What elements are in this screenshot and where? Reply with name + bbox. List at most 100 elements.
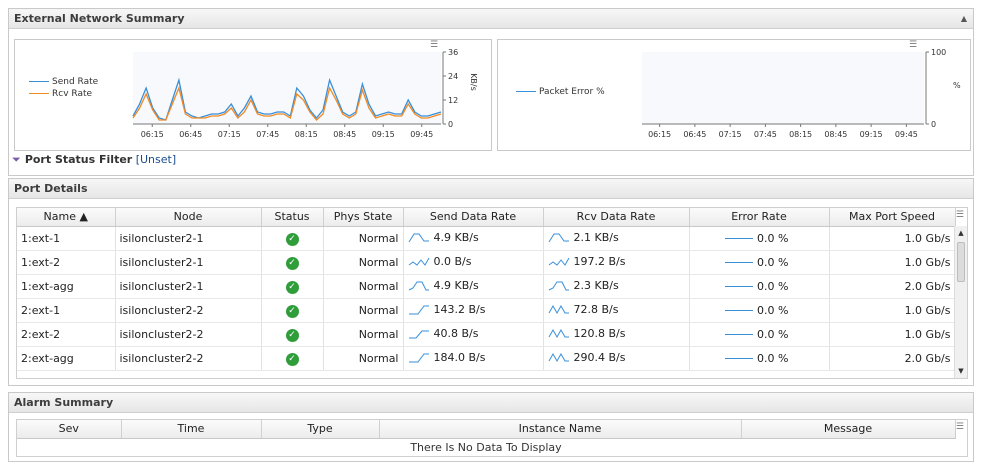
rcv-rate-sparkline: [548, 281, 569, 291]
network-rate-chart: Send Rate Rcv Rate ☰ 06:15 06:45 07:15 07:4…: [14, 39, 492, 151]
send-rate: 40.8 B/s: [403, 322, 544, 347]
status-cell: ✓: [261, 250, 324, 275]
send-rate-value: 40.8 B/s: [433, 327, 479, 340]
max-port-speed: 1.0 Gb/s: [829, 298, 956, 323]
table-row[interactable]: 1:ext-agg isiloncluster2-1 ✓ Normal 4.9 KB/s…: [17, 274, 956, 299]
node-name: isiloncluster2-2: [115, 322, 262, 347]
phys-state: Normal: [323, 322, 404, 347]
send-rate-sparkline: [408, 233, 429, 243]
scroll-down-arrow[interactable]: ▼: [955, 364, 967, 378]
phys-state: Normal: [323, 250, 404, 275]
node-name: isiloncluster2-1: [115, 226, 262, 251]
send-rate-sparkline: [408, 257, 429, 266]
rcv-rate-value: 120.8 B/s: [573, 327, 626, 340]
error-chart-plot: 06:15 06:45 07:15 07:45 08:15 08:45 09:15 09:45…: [642, 48, 961, 139]
vertical-scrollbar[interactable]: ▲ ▼: [954, 226, 967, 378]
error-rate: 0.0 %: [689, 322, 830, 347]
col-sev[interactable]: Sev: [17, 420, 122, 439]
rcv-rate-value: 197.2 B/s: [573, 255, 626, 268]
scroll-up-arrow[interactable]: ▲: [955, 226, 967, 240]
rcv-rate-sparkline: [548, 328, 569, 339]
collapse-icon[interactable]: ▲: [961, 9, 967, 29]
send-rate: 4.9 KB/s: [403, 274, 544, 299]
node-name: isiloncluster2-1: [115, 250, 262, 275]
external-network-summary-title: External Network Summary: [14, 12, 185, 25]
x-tick-label: 06:15: [648, 130, 671, 139]
error-rate-sparkline: [725, 286, 754, 287]
send-rate: 143.2 B/s: [403, 298, 544, 323]
rcv-rate-value: 2.1 KB/s: [573, 231, 619, 244]
empty-message: There Is No Data To Display: [410, 440, 562, 454]
y-tick-label: 12: [448, 96, 458, 105]
col-status[interactable]: Status: [261, 208, 324, 227]
phys-state: Normal: [323, 226, 404, 251]
send-rate-value: 4.9 KB/s: [433, 231, 479, 244]
col-rcv-data-rate[interactable]: Rcv Data Rate: [543, 208, 690, 227]
rcv-rate: 72.8 B/s: [543, 298, 690, 323]
x-tick-label: 07:15: [218, 130, 241, 139]
external-network-summary-panel: External Network Summary ▲ Send Rate Rcv…: [8, 8, 974, 176]
alarm-summary-title: Alarm Summary: [14, 396, 114, 409]
status-ok-icon: ✓: [285, 328, 299, 342]
port-name: 2:ext-agg: [17, 346, 116, 371]
rcv-rate-sparkline: [548, 233, 569, 243]
table-row[interactable]: 2:ext-agg isiloncluster2-2 ✓ Normal 184.0 B/…: [17, 346, 956, 371]
status-cell: ✓: [261, 346, 324, 371]
port-status-filter-value[interactable]: [Unset]: [136, 153, 176, 166]
error-rate: 0.0 %: [689, 346, 830, 371]
external-network-summary-header[interactable]: External Network Summary ▲: [9, 9, 973, 29]
send-rate: 4.9 KB/s: [403, 226, 544, 251]
col-instance-name[interactable]: Instance Name: [379, 420, 742, 439]
x-tick-label: 09:15: [372, 130, 395, 139]
max-port-speed: 1.0 Gb/s: [829, 322, 956, 347]
status-ok-icon: ✓: [285, 232, 299, 246]
alarm-column-menu-icon[interactable]: ☰: [956, 422, 964, 432]
error-rate: 0.0 %: [689, 274, 830, 299]
table-row[interactable]: 1:ext-2 isiloncluster2-1 ✓ Normal 0.0 B/s 197…: [17, 250, 956, 275]
col-message[interactable]: Message: [741, 420, 956, 439]
error-rate-value: 0.0 %: [757, 279, 789, 293]
alarm-summary-panel: Alarm Summary Sev Time Type Instance Nam…: [8, 392, 974, 462]
error-rate-value: 0.0 %: [757, 231, 789, 245]
col-type[interactable]: Type: [261, 420, 380, 439]
col-send-data-rate[interactable]: Send Data Rate: [403, 208, 544, 227]
rcv-rate-value: 290.4 B/s: [573, 351, 626, 364]
col-max-port-speed[interactable]: Max Port Speed: [829, 208, 956, 227]
send-rate-value: 0.0 B/s: [433, 255, 472, 268]
column-menu-icon[interactable]: ☰: [956, 210, 964, 220]
max-port-speed: 2.0 Gb/s: [829, 346, 956, 371]
x-tick-label: 08:45: [824, 130, 847, 139]
node-name: isiloncluster2-2: [115, 298, 262, 323]
col-time[interactable]: Time: [121, 420, 262, 439]
send-rate: 184.0 B/s: [403, 346, 544, 371]
rcv-rate: 197.2 B/s: [543, 250, 690, 275]
rcv-rate-value: 72.8 B/s: [573, 303, 619, 316]
alarm-summary-grid: Sev Time Type Instance Name Message Ther…: [16, 419, 968, 457]
scroll-thumb[interactable]: [957, 242, 965, 282]
send-rate-sparkline: [408, 353, 429, 363]
port-status-filter[interactable]: ⏷ Port Status Filter [Unset]: [12, 152, 176, 168]
status-ok-icon: ✓: [285, 280, 299, 294]
col-phys-state[interactable]: Phys State: [323, 208, 404, 227]
packet-error-chart: Packet Error % ☰ 06:15 06:45 07:15 07:45 08:…: [497, 39, 971, 151]
alarm-summary-header: Alarm Summary: [9, 393, 973, 413]
x-tick-label: 08:45: [333, 130, 356, 139]
error-rate-sparkline: [725, 238, 754, 239]
port-name: 1:ext-2: [17, 250, 116, 275]
col-error-rate[interactable]: Error Rate: [689, 208, 830, 227]
x-tick-label: 09:45: [410, 130, 433, 139]
status-cell: ✓: [261, 322, 324, 347]
x-tick-label: 07:15: [719, 130, 742, 139]
y-tick-label: 100: [931, 48, 946, 57]
col-node[interactable]: Node: [115, 208, 262, 227]
col-name[interactable]: Name ▲: [17, 208, 116, 227]
table-row[interactable]: 2:ext-2 isiloncluster2-2 ✓ Normal 40.8 B/s 12…: [17, 322, 956, 347]
phys-state: Normal: [323, 298, 404, 323]
x-tick-label: 06:15: [141, 130, 164, 139]
x-tick-label: 08:15: [295, 130, 318, 139]
phys-state: Normal: [323, 274, 404, 299]
table-row[interactable]: 2:ext-1 isiloncluster2-2 ✓ Normal 143.2 B/s 7…: [17, 298, 956, 323]
rcv-rate-sparkline: [548, 304, 569, 315]
rcv-rate-sparkline: [548, 352, 569, 363]
table-row[interactable]: 1:ext-1 isiloncluster2-1 ✓ Normal 4.9 KB/s 2.…: [17, 226, 956, 251]
